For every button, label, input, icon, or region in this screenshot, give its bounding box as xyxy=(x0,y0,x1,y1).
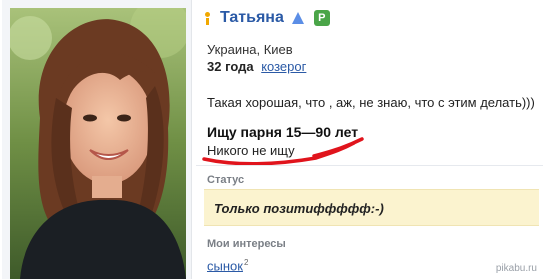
about-text: Такая хорошая, что , аж, не знаю, что с … xyxy=(207,95,535,110)
age-line: 32 года козерог xyxy=(207,59,306,74)
seeking-title: Ищу парня 15—90 лет xyxy=(207,124,359,140)
p-badge-icon[interactable]: P xyxy=(313,10,330,26)
status-text: Только позитиффффф:-) xyxy=(214,201,384,216)
watermark: pikabu.ru xyxy=(495,263,537,274)
zodiac-link[interactable]: козерог xyxy=(261,59,306,74)
profile-info-panel: Татьяна P Украина, Киев 32 года козерог … xyxy=(196,0,543,279)
age: 32 года xyxy=(207,59,254,74)
name-row: Татьяна P xyxy=(204,8,330,28)
interest-link[interactable]: сынок xyxy=(207,258,243,273)
profile-photo-frame xyxy=(2,0,192,279)
location: Украина, Киев xyxy=(207,42,293,57)
interest-item: сынок2 xyxy=(207,258,248,273)
interest-count: 2 xyxy=(243,258,249,267)
profile-photo-image xyxy=(10,8,186,279)
profile-photo[interactable] xyxy=(10,8,186,279)
section-divider xyxy=(196,165,543,166)
triangle-up-icon xyxy=(291,12,304,24)
interests-label: Мои интересы xyxy=(207,238,286,250)
person-status-icon xyxy=(204,12,212,25)
seeking-value: Никого не ищу xyxy=(207,143,295,158)
profile-name[interactable]: Татьяна xyxy=(220,9,284,27)
status-label: Статус xyxy=(207,174,245,186)
status-box: Только позитиффффф:-) xyxy=(204,189,539,226)
